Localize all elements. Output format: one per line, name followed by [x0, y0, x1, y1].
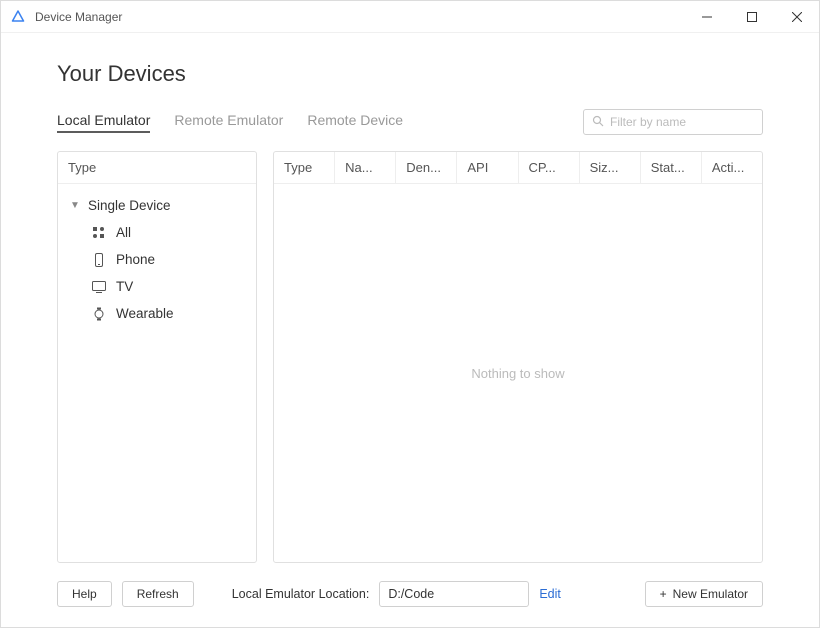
tabs: Local Emulator Remote Emulator Remote De… — [57, 112, 583, 133]
tree-node-label: Phone — [116, 252, 155, 267]
button-label: Help — [72, 587, 97, 601]
close-button[interactable] — [774, 1, 819, 32]
tree-node-single-device[interactable]: ▼ Single Device — [64, 192, 250, 219]
search-icon — [592, 115, 604, 130]
tab-remote-device[interactable]: Remote Device — [307, 112, 403, 133]
help-button[interactable]: Help — [57, 581, 112, 607]
tree-node-phone[interactable]: Phone — [64, 246, 250, 273]
bottom-bar: Help Refresh Local Emulator Location: Ed… — [57, 563, 763, 607]
tv-icon — [90, 281, 108, 293]
page-title: Your Devices — [57, 61, 763, 87]
table-header: Type Na... Den... API CP... Siz... Stat.… — [274, 152, 762, 184]
column-type[interactable]: Type — [274, 152, 335, 183]
type-panel: Type ▼ Single Device All — [57, 151, 257, 563]
tree-node-label: Wearable — [116, 306, 174, 321]
column-api[interactable]: API — [457, 152, 518, 183]
window-controls — [684, 1, 819, 32]
refresh-button[interactable]: Refresh — [122, 581, 194, 607]
main-area: Type ▼ Single Device All — [57, 151, 763, 563]
watch-icon — [90, 307, 108, 321]
app-icon — [11, 9, 27, 25]
column-name[interactable]: Na... — [335, 152, 396, 183]
type-tree: ▼ Single Device All Phone — [58, 184, 256, 335]
maximize-button[interactable] — [729, 1, 774, 32]
location-input[interactable] — [379, 581, 529, 607]
column-status[interactable]: Stat... — [641, 152, 702, 183]
window-title: Device Manager — [35, 10, 684, 24]
window: Device Manager Your Devices Local Emulat… — [0, 0, 820, 628]
button-label: Refresh — [137, 587, 179, 601]
plus-icon: + — [660, 587, 667, 601]
column-actions[interactable]: Acti... — [702, 152, 762, 183]
edit-location-link[interactable]: Edit — [539, 587, 561, 601]
chevron-down-icon: ▼ — [70, 200, 80, 211]
titlebar: Device Manager — [1, 1, 819, 33]
search-box[interactable] — [583, 109, 763, 135]
empty-state-text: Nothing to show — [471, 366, 564, 381]
button-label: New Emulator — [673, 587, 748, 601]
tab-remote-emulator[interactable]: Remote Emulator — [174, 112, 283, 133]
tree-node-label: TV — [116, 279, 133, 294]
column-density[interactable]: Den... — [396, 152, 457, 183]
content-area: Your Devices Local Emulator Remote Emula… — [1, 33, 819, 627]
tree-node-wearable[interactable]: Wearable — [64, 300, 250, 327]
type-panel-header: Type — [58, 152, 256, 184]
tree-node-label: Single Device — [88, 198, 171, 213]
grid-icon — [90, 227, 108, 239]
devices-table: Type Na... Den... API CP... Siz... Stat.… — [273, 151, 763, 563]
phone-icon — [90, 253, 108, 267]
tree-node-label: All — [116, 225, 131, 240]
column-cpu[interactable]: CP... — [519, 152, 580, 183]
table-body: Nothing to show — [274, 184, 762, 562]
tab-local-emulator[interactable]: Local Emulator — [57, 112, 150, 133]
minimize-button[interactable] — [684, 1, 729, 32]
tab-row: Local Emulator Remote Emulator Remote De… — [57, 109, 763, 135]
search-input[interactable] — [610, 115, 765, 129]
tree-node-all[interactable]: All — [64, 219, 250, 246]
location-label: Local Emulator Location: — [232, 587, 370, 601]
tree-node-tv[interactable]: TV — [64, 273, 250, 300]
new-emulator-button[interactable]: + New Emulator — [645, 581, 763, 607]
column-size[interactable]: Siz... — [580, 152, 641, 183]
